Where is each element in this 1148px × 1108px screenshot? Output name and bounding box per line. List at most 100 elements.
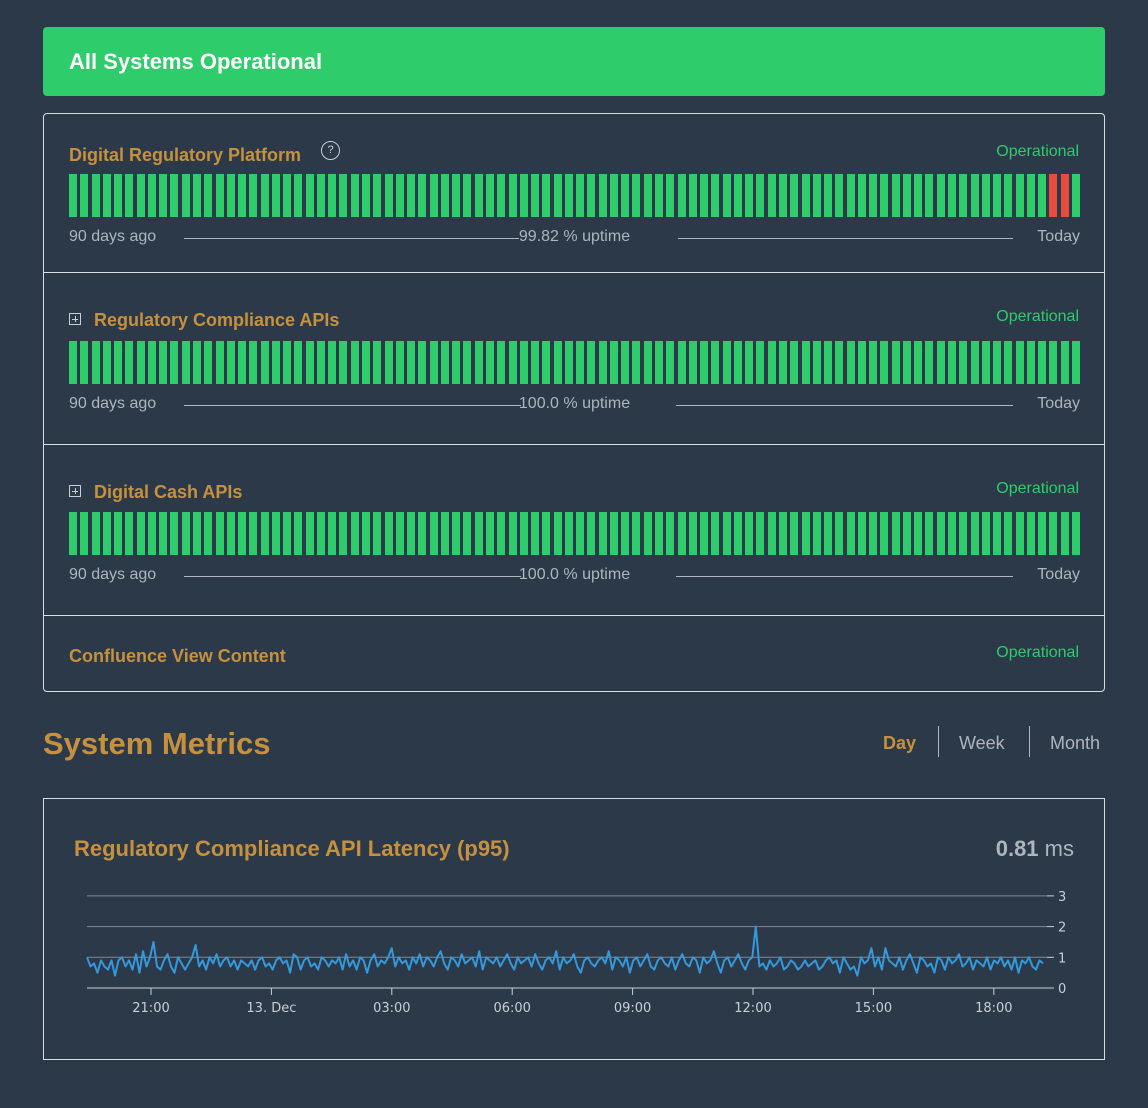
uptime-day-bar[interactable]	[688, 174, 697, 217]
uptime-day-bar[interactable]	[226, 512, 235, 555]
uptime-day-bar[interactable]	[69, 341, 77, 384]
uptime-day-bar[interactable]	[260, 512, 269, 555]
uptime-day-bar[interactable]	[688, 341, 697, 384]
uptime-day-bar[interactable]	[857, 512, 866, 555]
uptime-day-bar[interactable]	[970, 341, 979, 384]
uptime-day-bar[interactable]	[1060, 341, 1069, 384]
uptime-day-bar[interactable]	[226, 174, 235, 217]
uptime-day-bar[interactable]	[666, 512, 675, 555]
uptime-day-bar[interactable]	[846, 174, 855, 217]
uptime-day-bar[interactable]	[767, 512, 776, 555]
uptime-day-bar[interactable]	[655, 341, 664, 384]
uptime-day-bar[interactable]	[418, 512, 427, 555]
uptime-day-bar[interactable]	[666, 174, 675, 217]
uptime-day-bar[interactable]	[373, 512, 382, 555]
uptime-day-bar[interactable]	[959, 341, 968, 384]
uptime-day-bar[interactable]	[981, 174, 990, 217]
uptime-day-bar[interactable]	[204, 512, 213, 555]
uptime-day-bar[interactable]	[609, 341, 618, 384]
uptime-day-bar[interactable]	[1015, 341, 1024, 384]
uptime-day-bar[interactable]	[429, 174, 438, 217]
uptime-day-bar[interactable]	[711, 174, 720, 217]
uptime-day-bar[interactable]	[576, 341, 585, 384]
uptime-day-bar[interactable]	[350, 512, 359, 555]
uptime-day-bar[interactable]	[542, 174, 551, 217]
uptime-day-bar[interactable]	[91, 341, 100, 384]
uptime-day-bar[interactable]	[981, 512, 990, 555]
uptime-day-bar[interactable]	[271, 512, 280, 555]
uptime-day-bar[interactable]	[643, 174, 652, 217]
uptime-day-bar[interactable]	[407, 341, 416, 384]
uptime-day-bar[interactable]	[69, 174, 77, 217]
uptime-day-bar[interactable]	[564, 174, 573, 217]
uptime-day-bar[interactable]	[1072, 174, 1080, 217]
uptime-day-bar[interactable]	[497, 512, 506, 555]
uptime-day-bar[interactable]	[159, 512, 168, 555]
uptime-day-bar[interactable]	[519, 341, 528, 384]
uptime-day-bar[interactable]	[948, 174, 957, 217]
expand-icon[interactable]	[69, 485, 81, 497]
uptime-day-bar[interactable]	[745, 341, 754, 384]
uptime-day-bar[interactable]	[362, 174, 370, 217]
uptime-day-bar[interactable]	[350, 174, 359, 217]
uptime-day-bar[interactable]	[733, 341, 742, 384]
uptime-day-bar[interactable]	[700, 174, 709, 217]
uptime-day-bar[interactable]	[677, 341, 686, 384]
uptime-day-bar[interactable]	[598, 174, 607, 217]
uptime-day-bar[interactable]	[925, 174, 934, 217]
uptime-day-bar[interactable]	[948, 341, 957, 384]
uptime-day-bar[interactable]	[700, 512, 709, 555]
uptime-day-bar[interactable]	[125, 512, 134, 555]
uptime-day-bar[interactable]	[192, 341, 201, 384]
uptime-day-bar[interactable]	[677, 512, 686, 555]
uptime-day-bar[interactable]	[80, 512, 89, 555]
uptime-day-bar[interactable]	[474, 512, 483, 555]
uptime-day-bar[interactable]	[170, 341, 179, 384]
uptime-day-bar[interactable]	[1049, 174, 1058, 217]
uptime-day-bar[interactable]	[283, 512, 292, 555]
uptime-day-bar[interactable]	[790, 512, 799, 555]
uptime-day-bar[interactable]	[91, 174, 100, 217]
uptime-day-bar[interactable]	[395, 174, 404, 217]
uptime-day-bar[interactable]	[857, 341, 866, 384]
uptime-day-bar[interactable]	[936, 174, 945, 217]
uptime-day-bar[interactable]	[407, 174, 416, 217]
uptime-day-bar[interactable]	[407, 512, 416, 555]
uptime-day-bar[interactable]	[936, 341, 945, 384]
uptime-day-bar[interactable]	[147, 341, 156, 384]
uptime-day-bar[interactable]	[1026, 174, 1035, 217]
uptime-day-bar[interactable]	[136, 341, 145, 384]
uptime-day-bar[interactable]	[339, 341, 348, 384]
uptime-day-bar[interactable]	[362, 512, 370, 555]
uptime-day-bar[interactable]	[1026, 512, 1035, 555]
uptime-day-bar[interactable]	[891, 512, 900, 555]
uptime-day-bar[interactable]	[260, 341, 269, 384]
uptime-day-bar[interactable]	[914, 174, 923, 217]
uptime-day-bar[interactable]	[305, 512, 314, 555]
tab-week[interactable]: Week	[959, 733, 1005, 754]
uptime-day-bar[interactable]	[531, 341, 540, 384]
uptime-day-bar[interactable]	[181, 512, 190, 555]
uptime-day-bar[interactable]	[542, 341, 551, 384]
uptime-day-bar[interactable]	[215, 341, 224, 384]
uptime-day-bar[interactable]	[609, 174, 618, 217]
uptime-day-bar[interactable]	[1072, 341, 1080, 384]
uptime-day-bar[interactable]	[170, 174, 179, 217]
uptime-day-bar[interactable]	[643, 512, 652, 555]
uptime-day-bar[interactable]	[463, 512, 472, 555]
uptime-day-bar[interactable]	[745, 174, 754, 217]
uptime-day-bar[interactable]	[790, 174, 799, 217]
uptime-day-bar[interactable]	[812, 512, 821, 555]
uptime-day-bar[interactable]	[1026, 341, 1035, 384]
uptime-day-bar[interactable]	[609, 512, 618, 555]
uptime-day-bar[interactable]	[621, 174, 630, 217]
uptime-day-bar[interactable]	[1072, 512, 1080, 555]
uptime-day-bar[interactable]	[733, 174, 742, 217]
uptime-day-bar[interactable]	[925, 512, 934, 555]
uptime-day-bar[interactable]	[384, 174, 393, 217]
uptime-day-bar[interactable]	[147, 174, 156, 217]
uptime-day-bar[interactable]	[553, 512, 562, 555]
uptime-day-bar[interactable]	[564, 512, 573, 555]
uptime-day-bar[interactable]	[970, 512, 979, 555]
uptime-day-bar[interactable]	[80, 341, 89, 384]
